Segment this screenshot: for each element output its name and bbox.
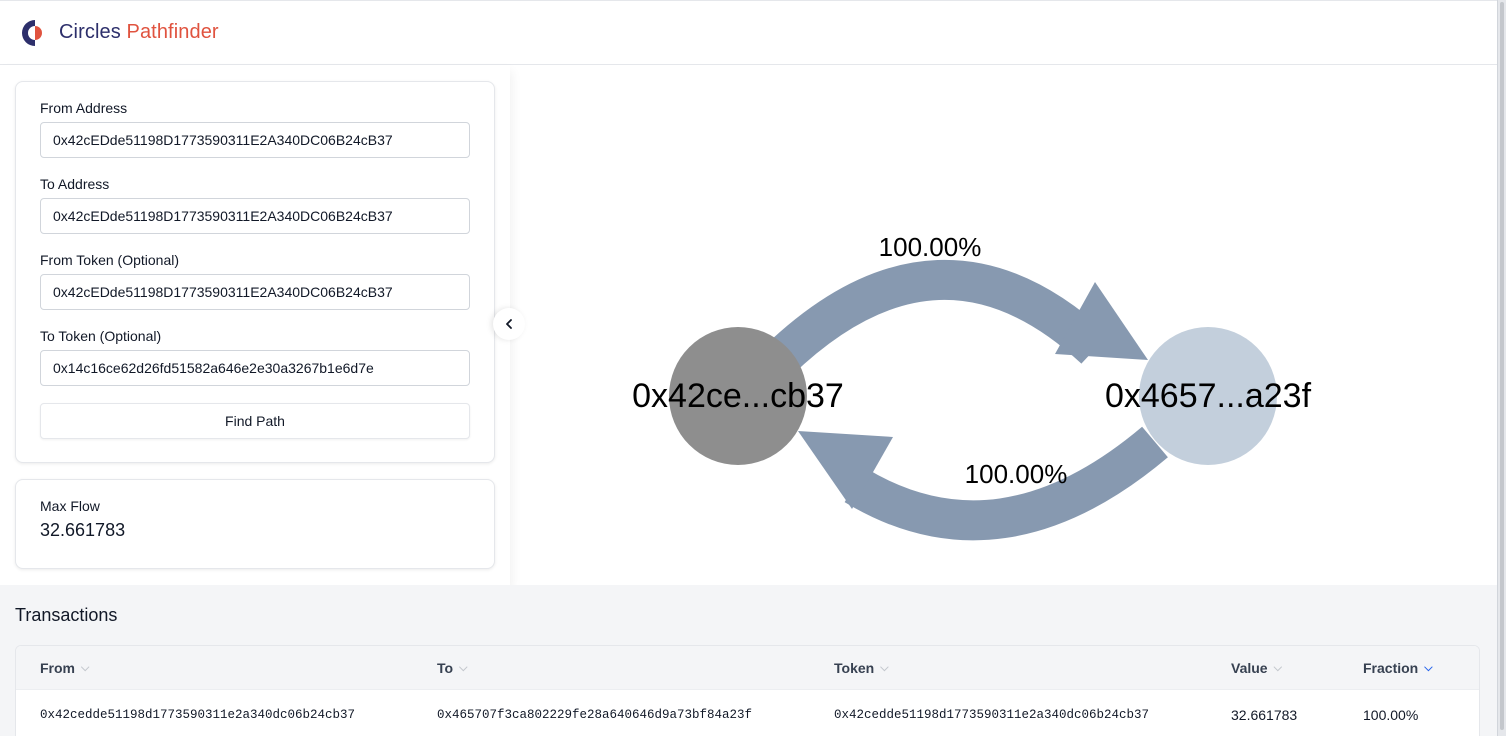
graph-edge-backward-label: 100.00% [965,459,1068,489]
column-header-label: Value [1231,660,1268,676]
to-token-input[interactable] [40,350,470,386]
from-token-label: From Token (Optional) [40,252,180,268]
column-header-fraction[interactable]: Fraction ⌵ [1363,660,1433,676]
left-panel: From Address To Address From Token (Opti… [0,65,525,585]
brand-circles: Circles [59,21,121,43]
max-flow-value: 32.661783 [40,520,126,540]
find-path-button[interactable]: Find Path [40,403,470,439]
to-address-input[interactable] [40,198,470,234]
scrollbar-thumb[interactable] [1500,2,1504,730]
column-header-value[interactable]: Value ⌵ [1231,660,1282,676]
table-header: From ⌵ To ⌵ Token ⌵ Value ⌵ Fraction ⌵ [16,646,1479,690]
column-header-token[interactable]: Token ⌵ [834,660,889,676]
graph-node-target-label: 0x4657...a23f [1105,377,1312,415]
graph-edge-forward[interactable] [764,260,1148,376]
from-address-label: From Address [40,100,128,116]
cell-value: 32.661783 [1231,707,1298,723]
column-header-label: Token [834,660,875,676]
column-header-from[interactable]: From ⌵ [40,660,89,676]
circles-logo-icon [22,19,42,46]
transactions-section: Transactions From ⌵ To ⌵ Token ⌵ Value ⌵ [0,585,1497,736]
graph-canvas: 0x42ce...cb37 0x4657...a23f 100.00% 100.… [632,232,1312,541]
cell-to: 0x465707f3ca802229fe28a640646d9a73bf84a2… [437,708,753,722]
graph-edge-forward-label: 100.00% [879,232,982,262]
brand-pathfinder: Pathfinder [126,21,219,43]
to-address-label: To Address [40,176,110,192]
chevron-down-icon: ⌵ [81,661,90,674]
graph-node-source-label: 0x42ce...cb37 [632,377,844,415]
cell-token: 0x42cedde51198d1773590311e2a340dc06b24cb… [834,708,1150,722]
from-token-input[interactable] [40,274,470,310]
transactions-title: Transactions [15,605,118,625]
cell-from: 0x42cedde51198d1773590311e2a340dc06b24cb… [40,708,356,722]
app-header: Circles Pathfinder [0,0,1497,65]
max-flow-card: Max Flow 32.661783 [15,479,495,569]
app-window: Circles Pathfinder From Address To Addre… [0,0,1506,736]
transactions-table: From ⌵ To ⌵ Token ⌵ Value ⌵ Fraction ⌵ 0… [15,645,1480,736]
to-token-label: To Token (Optional) [40,328,162,344]
column-header-to[interactable]: To ⌵ [437,660,467,676]
column-header-label: To [437,660,454,676]
chevron-down-icon: ⌵ [1273,661,1282,674]
path-graph[interactable]: 0x42ce...cb37 0x4657...a23f 100.00% 100.… [510,65,1497,585]
chevron-down-icon: ⌵ [880,661,889,674]
path-form: From Address To Address From Token (Opti… [15,81,495,463]
chevron-down-icon: ⌵ [459,661,468,674]
column-header-label: From [40,660,75,676]
cell-fraction: 100.00% [1363,707,1419,723]
column-header-label: Fraction [1363,660,1419,676]
window-scrollbar[interactable] [1497,0,1506,736]
from-address-input[interactable] [40,122,470,158]
max-flow-label: Max Flow [40,498,100,514]
chevron-down-icon: ⌵ [1424,661,1433,674]
app-title[interactable]: Circles Pathfinder [59,21,219,44]
